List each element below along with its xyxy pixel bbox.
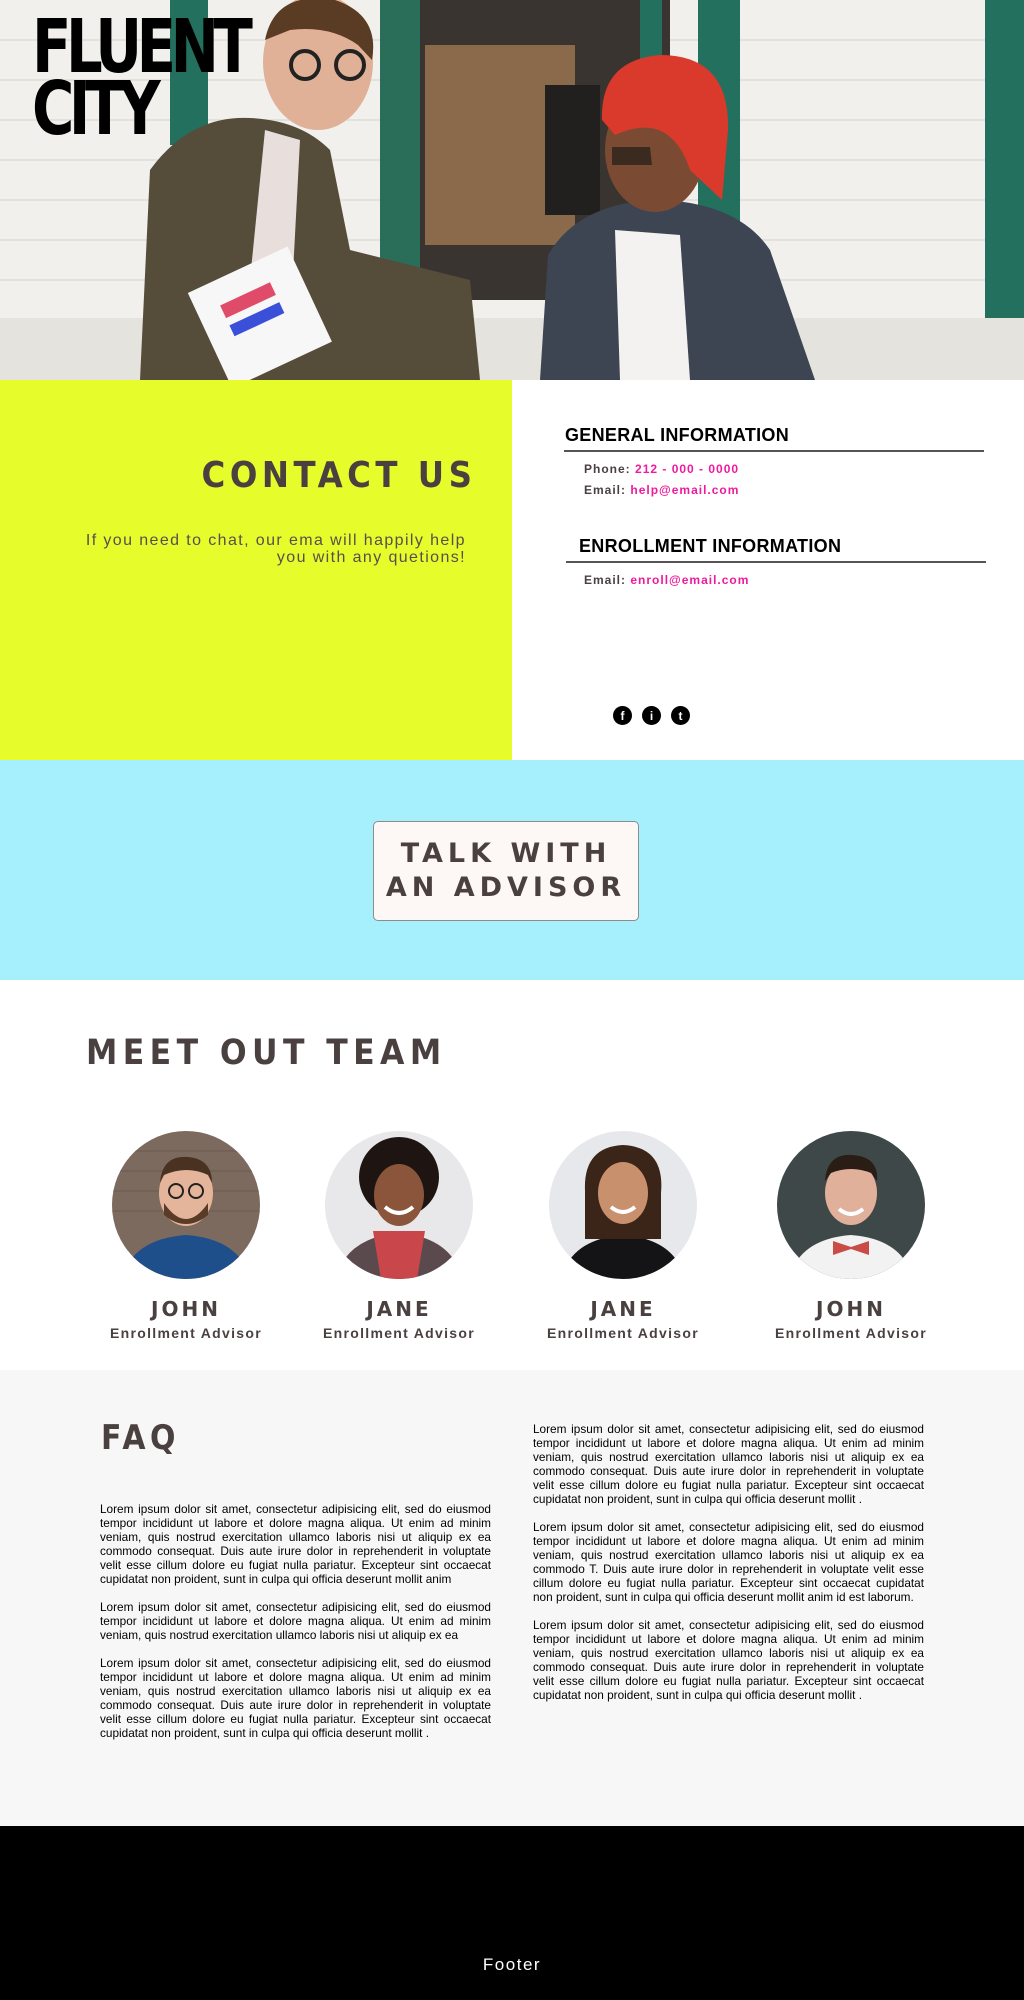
- member-photo: [777, 1131, 925, 1279]
- member-name: JOHN: [151, 1297, 221, 1321]
- member-role: Enrollment Advisor: [322, 1325, 475, 1341]
- member-photo: [325, 1131, 473, 1279]
- contact-info-panel: GENERAL INFORMATION Phone: 212 - 000 - 0…: [512, 380, 1024, 760]
- talk-with-advisor-button[interactable]: TALK WITH AN ADVISOR: [373, 821, 639, 921]
- faq-paragraph: Lorem ipsum dolor sit amet, consectetur …: [100, 1502, 491, 1586]
- twitter-icon[interactable]: t: [671, 706, 690, 725]
- hero-banner: FLUENT CITY: [0, 0, 1024, 380]
- footer-text: Footer: [482, 1955, 542, 1974]
- faq-title: FAQ: [101, 1418, 180, 1458]
- footer: Footer: [0, 1826, 1024, 2000]
- member-photo: [112, 1131, 260, 1279]
- enroll-email-link[interactable]: enroll@email.com: [630, 573, 749, 587]
- enrollment-info-heading: ENROLLMENT INFORMATION: [579, 536, 842, 556]
- team-member-card[interactable]: JANE Enrollment Advisor: [513, 1131, 733, 1341]
- brand-logo[interactable]: FLUENT CITY: [32, 10, 253, 146]
- member-role: Enrollment Advisor: [774, 1325, 927, 1341]
- contact-title: CONTACT US: [201, 455, 476, 496]
- member-role: Enrollment Advisor: [109, 1325, 262, 1341]
- instagram-icon[interactable]: i: [642, 706, 661, 725]
- general-email-line: Email: help@email.com: [584, 483, 739, 497]
- member-role: Enrollment Advisor: [546, 1325, 699, 1341]
- email-label: Email:: [584, 483, 627, 497]
- contact-section: CONTACT US If you need to chat, our ema …: [0, 380, 512, 760]
- enrollment-email-line: Email: enroll@email.com: [584, 573, 749, 587]
- team-title: MEET OUT TEAM: [86, 1033, 447, 1073]
- team-member-card[interactable]: JANE Enrollment Advisor: [289, 1131, 509, 1341]
- enrollment-info-divider: [566, 561, 986, 563]
- general-info-divider: [564, 450, 984, 452]
- faq-paragraph: Lorem ipsum dolor sit amet, consectetur …: [100, 1656, 491, 1740]
- help-email-link[interactable]: help@email.com: [630, 483, 739, 497]
- faq-paragraph: Lorem ipsum dolor sit amet, consectetur …: [533, 1422, 924, 1506]
- email-label: Email:: [584, 573, 627, 587]
- faq-paragraph: Lorem ipsum dolor sit amet, consectetur …: [100, 1600, 491, 1642]
- team-member-card[interactable]: JOHN Enrollment Advisor: [76, 1131, 296, 1341]
- advisor-section: TALK WITH AN ADVISOR: [0, 760, 1024, 980]
- member-photo: [549, 1131, 697, 1279]
- social-links: f i t: [613, 706, 690, 725]
- facebook-icon[interactable]: f: [613, 706, 632, 725]
- member-name: JOHN: [816, 1297, 886, 1321]
- phone-number-link[interactable]: 212 - 000 - 0000: [635, 462, 739, 476]
- team-member-card[interactable]: JOHN Enrollment Advisor: [741, 1131, 961, 1341]
- member-name: JANE: [366, 1297, 432, 1321]
- general-info-heading: GENERAL INFORMATION: [565, 425, 790, 445]
- member-name: JANE: [590, 1297, 656, 1321]
- faq-paragraph: Lorem ipsum dolor sit amet, consectetur …: [533, 1520, 924, 1604]
- team-section: MEET OUT TEAM JOHN Enrollment Advisor JA…: [0, 980, 1024, 1370]
- contact-description: If you need to chat, our ema will happil…: [85, 532, 466, 566]
- phone-label: Phone:: [584, 462, 631, 476]
- general-phone-line: Phone: 212 - 000 - 0000: [584, 462, 739, 476]
- faq-paragraph: Lorem ipsum dolor sit amet, consectetur …: [533, 1618, 924, 1702]
- faq-section: FAQ Lorem ipsum dolor sit amet, consecte…: [0, 1370, 1024, 1826]
